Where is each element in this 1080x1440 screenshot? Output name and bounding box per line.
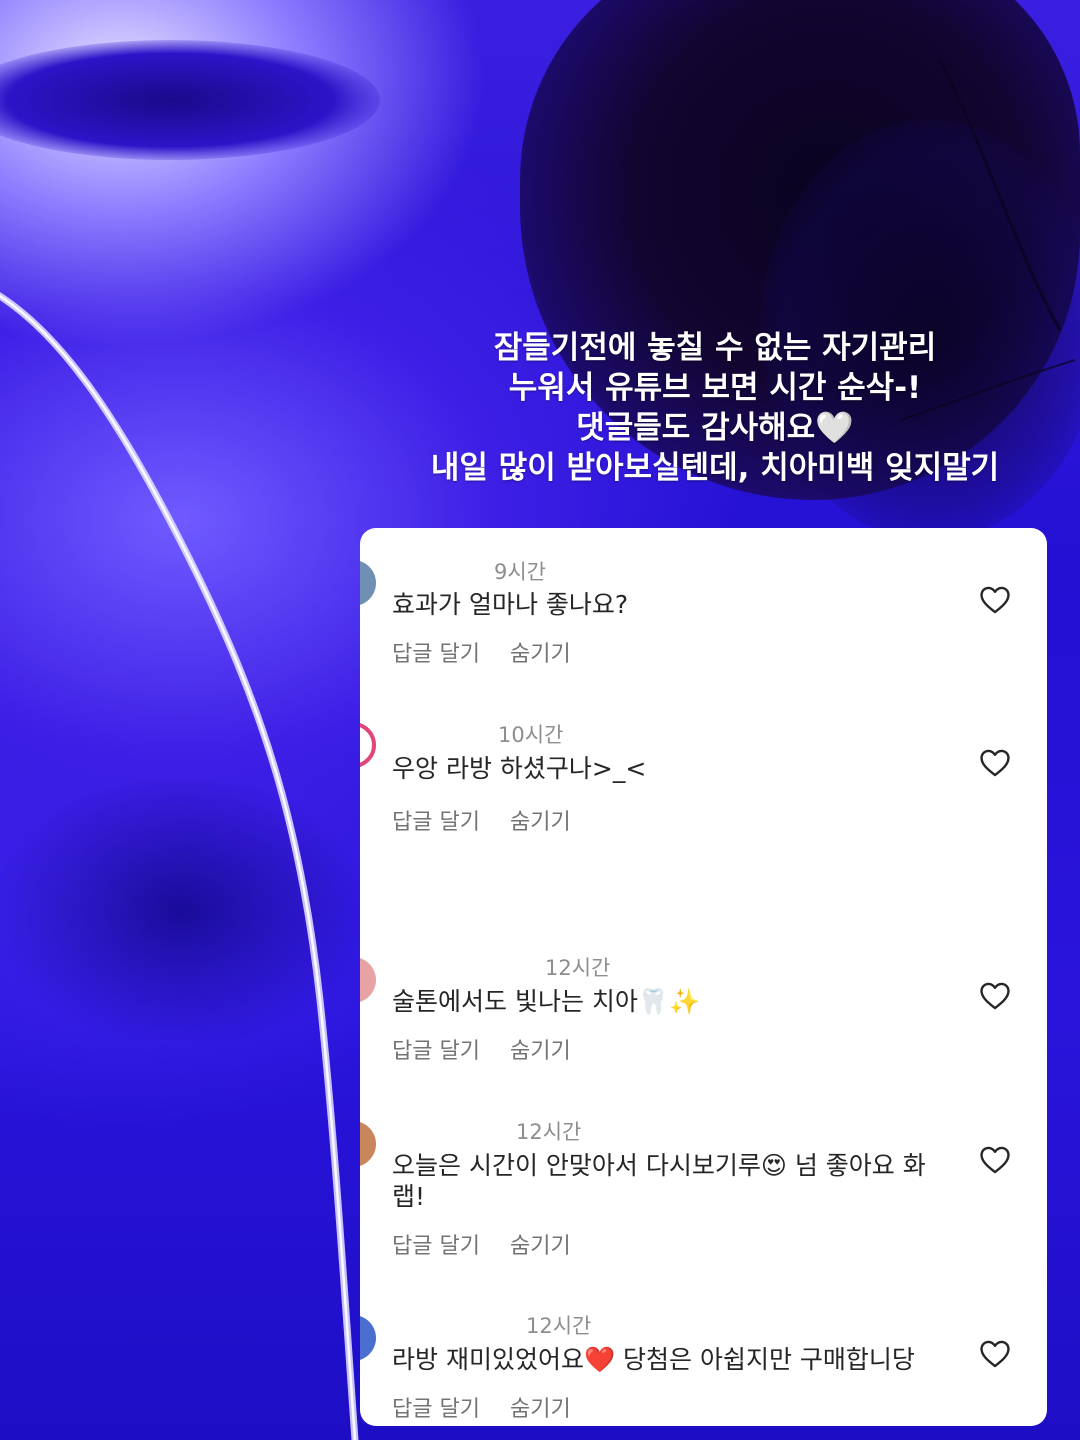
- caption-line: 댓글들도 감사해요🤍: [576, 410, 854, 446]
- comment-timestamp: 9시간: [494, 560, 547, 584]
- reply-button[interactable]: 답글 달기: [392, 642, 480, 667]
- comment-text: 라방 재미있었어요❤️ 당첨은 아쉽지만 구매합니당: [392, 1345, 915, 1374]
- hide-button[interactable]: 숨기기: [510, 1234, 571, 1259]
- comment-actions: 답글 달기 숨기기: [392, 1391, 601, 1423]
- comment-text: 오늘은 시간이 안맞아서 다시보기루😍 넘 좋아요 화랩!: [392, 1151, 926, 1211]
- reply-button[interactable]: 답글 달기: [392, 810, 480, 835]
- hide-button[interactable]: 숨기기: [510, 810, 571, 835]
- comment-timestamp: 12시간: [545, 956, 611, 980]
- heart-outline-icon[interactable]: [978, 746, 1012, 780]
- comment-text: 우앙 라방 하셨구나>_<: [392, 754, 647, 783]
- comment-actions: 답글 달기 숨기기: [392, 1228, 601, 1260]
- caption-line: 잠들기전에 놓칠 수 없는 자기관리: [493, 330, 937, 366]
- commenter-avatar[interactable]: [360, 560, 376, 606]
- comment-actions: 답글 달기 숨기기: [392, 1033, 601, 1065]
- commenter-avatar[interactable]: [360, 1121, 376, 1167]
- reply-button[interactable]: 답글 달기: [392, 1039, 480, 1064]
- comment-text: 술톤에서도 빛나는 치아🦷✨: [392, 987, 701, 1016]
- commenter-avatar[interactable]: [360, 1315, 376, 1361]
- heart-outline-icon[interactable]: [978, 583, 1012, 617]
- hide-button[interactable]: 숨기기: [510, 642, 571, 667]
- comment-text: 효과가 얼마나 좋나요?: [392, 590, 629, 619]
- commenter-avatar[interactable]: [360, 722, 376, 768]
- comment-actions: 답글 달기 숨기기: [392, 636, 601, 668]
- comments-panel[interactable]: 9시간 효과가 얼마나 좋나요? 답글 달기 숨기기 10시간 우앙 라방 하셨구…: [360, 528, 1047, 1426]
- heart-outline-icon[interactable]: [978, 1143, 1012, 1177]
- comment-timestamp: 10시간: [498, 723, 564, 747]
- caption-line: 내일 많이 받아보실텐데, 치아미백 잊지말기: [430, 450, 1000, 486]
- reply-button[interactable]: 답글 달기: [392, 1397, 480, 1422]
- hide-button[interactable]: 숨기기: [510, 1039, 571, 1064]
- heart-outline-icon[interactable]: [978, 1337, 1012, 1371]
- comment-actions: 답글 달기 숨기기: [392, 804, 601, 836]
- heart-outline-icon[interactable]: [978, 979, 1012, 1013]
- comment-timestamp: 12시간: [526, 1314, 592, 1338]
- story-caption: 잠들기전에 놓칠 수 없는 자기관리 누워서 유튜브 보면 시간 순삭-! 댓글…: [380, 328, 1050, 488]
- reply-button[interactable]: 답글 달기: [392, 1234, 480, 1259]
- caption-line: 누워서 유튜브 보면 시간 순삭-!: [508, 370, 922, 406]
- comment-timestamp: 12시간: [516, 1120, 582, 1144]
- commenter-avatar[interactable]: [360, 957, 376, 1003]
- hide-button[interactable]: 숨기기: [510, 1397, 571, 1422]
